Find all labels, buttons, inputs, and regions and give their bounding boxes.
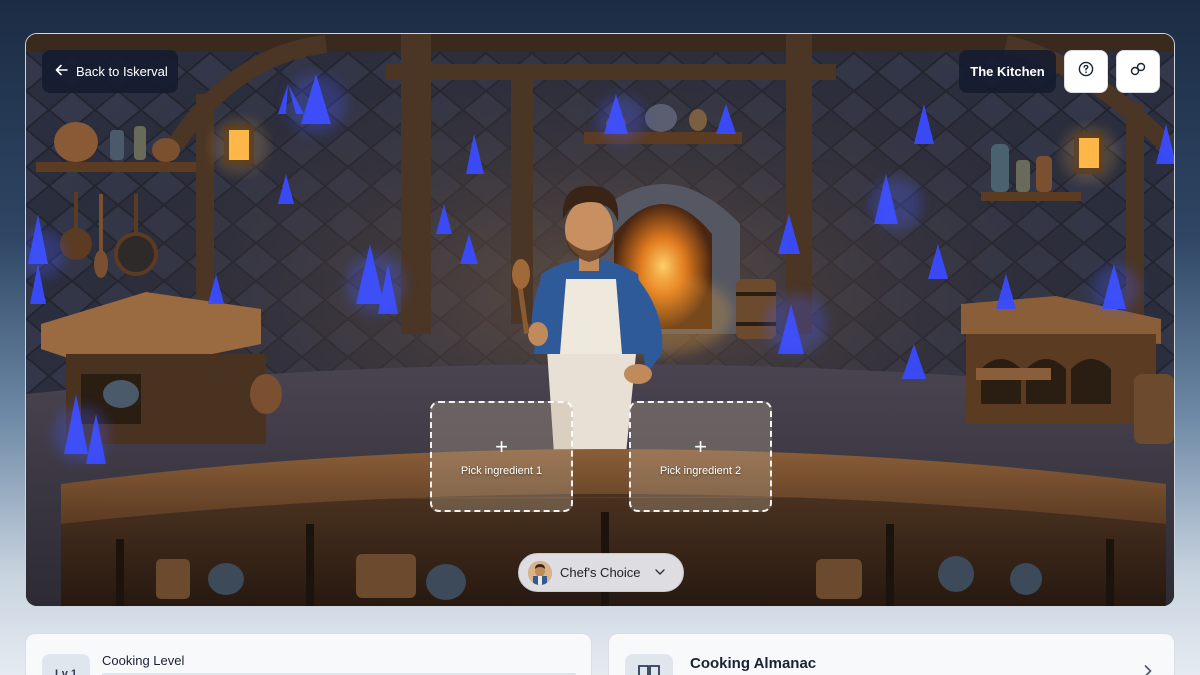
plus-icon: + <box>495 433 508 459</box>
cooking-almanac-title: Cooking Almanac <box>690 655 817 672</box>
cooking-almanac-card[interactable]: Cooking Almanac <box>608 633 1175 675</box>
chevron-down-icon <box>654 567 665 578</box>
cooking-level-title: Cooking Level <box>102 653 185 668</box>
plus-icon: + <box>694 433 707 459</box>
chevron-right-icon <box>1144 664 1152 675</box>
arrow-left-icon <box>55 64 68 79</box>
link-button[interactable] <box>1116 50 1160 93</box>
back-button-label: Back to Iskerval <box>76 64 168 79</box>
ingredient-slot-label: Pick ingredient 1 <box>460 464 543 477</box>
cooking-level-card: Lv 1 Cooking Level <box>25 633 592 675</box>
link-icon <box>1130 61 1146 82</box>
ingredient-slot-1[interactable]: + Pick ingredient 1 <box>430 401 573 512</box>
help-button[interactable] <box>1064 50 1108 93</box>
ingredient-slot-label: Pick ingredient 2 <box>659 464 742 477</box>
level-badge: Lv 1 <box>42 654 90 675</box>
book-icon <box>625 654 673 675</box>
chefs-choice-label: Chef's Choice <box>560 565 641 580</box>
location-badge: The Kitchen <box>959 50 1056 93</box>
kitchen-scene: Back to Iskerval The Kitchen + Pick ingr… <box>25 33 1175 607</box>
chefs-choice-dropdown[interactable]: Chef's Choice <box>518 553 684 592</box>
help-circle-icon <box>1078 61 1094 82</box>
ingredient-slot-2[interactable]: + Pick ingredient 2 <box>629 401 772 512</box>
back-button[interactable]: Back to Iskerval <box>42 50 178 93</box>
chef-avatar <box>528 560 552 585</box>
kitchen-background <box>26 34 1174 606</box>
